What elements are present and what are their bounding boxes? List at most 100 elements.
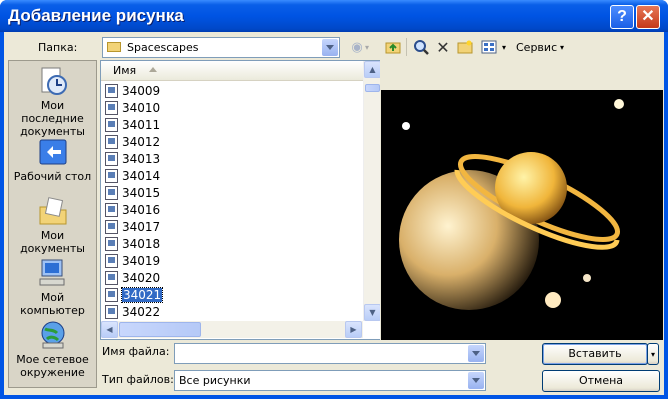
file-row[interactable]: 34021 xyxy=(105,286,164,303)
up-folder-icon[interactable] xyxy=(384,38,402,56)
place-desktop[interactable]: Рабочий стол xyxy=(9,136,96,183)
insert-button-label: Вставить xyxy=(568,347,622,360)
image-file-icon xyxy=(105,83,118,98)
image-file-icon xyxy=(105,219,118,234)
file-name: 34009 xyxy=(122,83,161,98)
file-name: 34018 xyxy=(122,236,161,251)
vertical-scrollbar[interactable]: ▲ ▼ xyxy=(363,61,381,321)
file-name: 34014 xyxy=(122,168,161,183)
close-button[interactable]: ✕ xyxy=(636,5,660,29)
place-my-computer[interactable]: Мой компьютер xyxy=(9,257,96,317)
image-file-icon xyxy=(105,253,118,268)
image-file-icon xyxy=(105,236,118,251)
place-label: Мои последние документы xyxy=(20,99,85,138)
my-computer-icon xyxy=(37,257,69,289)
image-file-icon xyxy=(105,202,118,217)
folder-combo[interactable]: Spacescapes xyxy=(102,37,340,58)
file-name: 34020 xyxy=(122,270,161,285)
views-icon[interactable] xyxy=(480,38,498,56)
place-recent-documents[interactable]: Мои последние документы xyxy=(9,65,96,138)
filetype-select[interactable]: Все рисунки xyxy=(174,370,486,391)
file-row[interactable]: 34009 xyxy=(105,82,160,99)
toolbar-separator xyxy=(406,38,407,56)
dialog-window: Добавление рисунка ? ✕ Папка: Spacescape… xyxy=(0,0,668,399)
service-menu[interactable]: Сервис xyxy=(516,41,557,54)
service-dropdown-icon[interactable]: ▾ xyxy=(558,38,566,56)
file-row[interactable]: 34012 xyxy=(105,133,160,150)
image-file-icon xyxy=(105,117,118,132)
image-file-icon xyxy=(105,134,118,149)
file-row[interactable]: 34013 xyxy=(105,150,160,167)
folder-label: Папка: xyxy=(38,41,78,54)
dialog-body: Папка: Spacescapes ◉ ▾ ✕ ▾ Сервис ▾ Мои … xyxy=(4,32,664,395)
filename-input[interactable] xyxy=(174,343,486,364)
file-name: 34013 xyxy=(122,151,161,166)
desktop-icon xyxy=(37,136,69,168)
file-row[interactable]: 34010 xyxy=(105,99,160,116)
folder-icon xyxy=(107,42,121,52)
filename-label: Имя файла: xyxy=(102,345,170,358)
file-row[interactable]: 34015 xyxy=(105,184,160,201)
image-file-icon xyxy=(105,185,118,200)
scroll-up-button[interactable]: ▲ xyxy=(364,61,381,78)
preview-pane xyxy=(380,60,664,342)
chevron-down-icon[interactable] xyxy=(468,372,484,389)
file-name: 34015 xyxy=(122,185,161,200)
insert-button[interactable]: Вставить xyxy=(542,343,648,365)
my-documents-icon xyxy=(37,195,69,227)
place-label: Мои документы xyxy=(20,229,85,255)
views-dropdown-icon[interactable]: ▾ xyxy=(500,38,508,56)
file-list[interactable]: Имя 34009 34010 34011 34012 34013 34014 34015 3… xyxy=(100,60,382,340)
filetype-label: Тип файлов: xyxy=(102,373,174,386)
place-network[interactable]: Мое сетевое окружение xyxy=(9,319,96,379)
scroll-left-button[interactable]: ◀ xyxy=(101,321,118,338)
image-file-icon xyxy=(105,100,118,115)
recent-documents-icon xyxy=(37,65,69,97)
back-dropdown-icon[interactable]: ▾ xyxy=(362,38,372,56)
search-web-icon[interactable] xyxy=(412,38,430,56)
folder-value: Spacescapes xyxy=(127,41,199,54)
file-row[interactable]: 34011 xyxy=(105,116,160,133)
file-row[interactable]: 34018 xyxy=(105,235,160,252)
file-name: 34016 xyxy=(122,202,161,217)
scroll-down-button[interactable]: ▼ xyxy=(364,304,381,321)
delete-icon[interactable]: ✕ xyxy=(434,38,452,57)
place-my-documents[interactable]: Мои документы xyxy=(9,195,96,255)
image-file-icon xyxy=(105,287,118,302)
chevron-down-icon[interactable] xyxy=(468,345,484,362)
vertical-scroll-thumb[interactable] xyxy=(365,84,380,92)
scroll-right-button[interactable]: ▶ xyxy=(345,321,362,338)
sort-ascending-icon xyxy=(149,67,157,72)
column-header-label: Имя xyxy=(113,64,137,77)
horizontal-scroll-thumb[interactable] xyxy=(119,322,201,337)
horizontal-scrollbar[interactable]: ◀ ▶ xyxy=(101,321,363,338)
title-bar[interactable]: Добавление рисунка ? ✕ xyxy=(0,0,668,32)
image-file-icon xyxy=(105,168,118,183)
file-row[interactable]: 34017 xyxy=(105,218,160,235)
file-name: 34017 xyxy=(122,219,161,234)
new-folder-icon[interactable] xyxy=(456,38,474,56)
filetype-value: Все рисунки xyxy=(179,374,251,387)
place-label: Мой компьютер xyxy=(20,291,85,317)
file-name: 34021 xyxy=(120,286,164,303)
insert-options-button[interactable]: ▾ xyxy=(647,343,659,365)
dialog-title: Добавление рисунка xyxy=(8,6,184,25)
column-header-name[interactable]: Имя xyxy=(101,61,363,81)
cancel-button-label: Отмена xyxy=(578,374,624,387)
cancel-button[interactable]: Отмена xyxy=(542,370,660,392)
saturn-preview-image xyxy=(381,90,663,340)
places-bar: Мои последние документы Рабочий стол Мои… xyxy=(8,60,97,388)
file-row[interactable]: 34019 xyxy=(105,252,160,269)
file-row[interactable]: 34016 xyxy=(105,201,160,218)
image-file-icon xyxy=(105,304,118,319)
image-file-icon xyxy=(105,151,118,166)
file-name: 34012 xyxy=(122,134,161,149)
file-row[interactable]: 34020 xyxy=(105,269,160,286)
file-name: 34011 xyxy=(122,117,161,132)
chevron-down-icon[interactable] xyxy=(322,39,338,56)
place-label: Мое сетевое окружение xyxy=(16,353,89,379)
help-button[interactable]: ? xyxy=(610,5,634,29)
file-row[interactable]: 34014 xyxy=(105,167,160,184)
chevron-down-icon: ▾ xyxy=(650,350,655,359)
file-row[interactable]: 34022 xyxy=(105,303,160,320)
